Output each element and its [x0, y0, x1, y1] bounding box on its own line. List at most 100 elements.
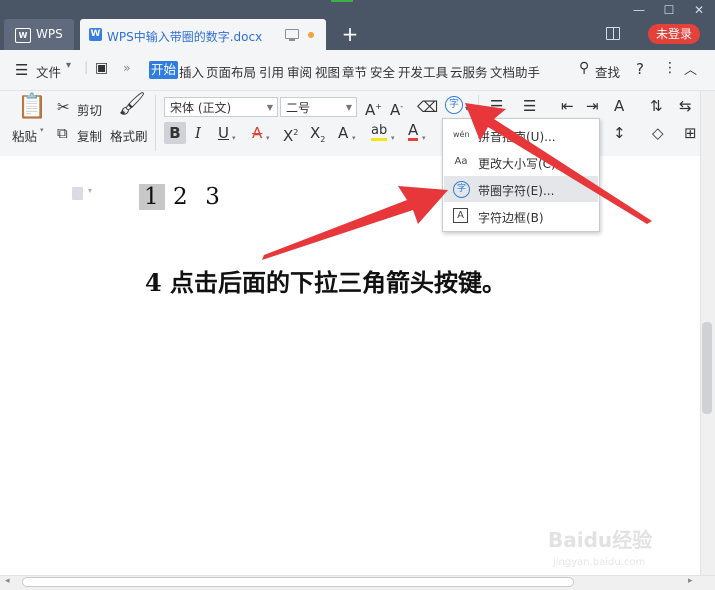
tab-references[interactable]: 引用 — [259, 62, 284, 81]
paste-button[interactable]: 粘贴 — [12, 126, 37, 145]
tab-page-layout[interactable]: 页面布局 — [206, 62, 256, 81]
enclose-char-dropdown: wén 拼音指南(U)... Aa 更改大小写(C)... 字 带圈字符(E).… — [442, 118, 600, 232]
copy-button[interactable]: 复制 — [77, 126, 102, 145]
copy-icon[interactable]: ⧉ — [57, 124, 68, 142]
scissors-icon[interactable]: ✂ — [57, 98, 70, 116]
enclose-char-icon[interactable]: 字 — [445, 96, 463, 114]
ribbon-divider — [155, 95, 156, 151]
font-color-icon[interactable]: A — [408, 123, 419, 141]
file-menu[interactable]: 文件 — [36, 62, 61, 81]
wps-logo-icon: W — [15, 28, 31, 43]
tab-chapter[interactable]: 章节 — [342, 62, 367, 81]
menu-item-change-case[interactable]: Aa 更改大小写(C)... — [444, 149, 598, 175]
find-button[interactable]: 查找 — [595, 62, 620, 81]
format-painter-icon[interactable]: 🖌 — [118, 94, 146, 116]
menu-item-char-border[interactable]: A 字符边框(B) — [444, 203, 598, 229]
font-name-select[interactable]: 宋体 (正文) ▼ — [164, 97, 278, 117]
font-name-value: 宋体 (正文) — [170, 101, 232, 115]
tab-view[interactable]: 视图 — [315, 62, 340, 81]
menu-item-label: 带圈字符(E)... — [478, 184, 555, 198]
grow-font-icon[interactable]: A+ — [365, 98, 382, 119]
instruction-text: 4 点击后面的下拉三角箭头按键。 — [145, 268, 507, 297]
more-vertical-icon[interactable]: ⋮ — [663, 60, 677, 76]
enclose-char-icon: 字 — [453, 181, 470, 198]
shading-icon[interactable]: ◇ — [652, 124, 664, 142]
close-icon[interactable]: ✕ — [692, 3, 706, 17]
menu-item-label: 字符边框(B) — [478, 211, 544, 225]
minimize-icon[interactable]: — — [632, 3, 646, 17]
increase-indent-icon[interactable]: ⇥ — [586, 97, 599, 115]
collapse-ribbon-icon[interactable]: ︿ — [684, 59, 697, 78]
paste-chevron-down-icon[interactable]: ▾ — [40, 126, 44, 134]
strikethrough-icon[interactable]: A — [252, 124, 262, 142]
scroll-right-icon[interactable]: ▸ — [688, 576, 693, 586]
font-size-select[interactable]: 二号 ▼ — [280, 97, 357, 117]
show-hide-marks-icon[interactable]: ⇆ — [679, 97, 692, 115]
hamburger-menu-icon[interactable]: ☰ — [15, 61, 28, 79]
menu-item-pinyin-guide[interactable]: wén 拼音指南(U)... — [444, 122, 598, 148]
help-button[interactable]: ? — [636, 60, 644, 78]
italic-icon[interactable]: I — [195, 124, 201, 142]
tab-security[interactable]: 安全 — [370, 62, 395, 81]
enclose-char-chevron-down-icon[interactable]: ▾ — [465, 100, 469, 118]
annotation-arrow-to-enclose-item — [262, 186, 448, 260]
borders-icon[interactable]: ⊞ — [684, 124, 697, 142]
format-painter-button[interactable]: 格式刷 — [110, 126, 148, 145]
numbered-list-icon[interactable]: ☰ — [523, 97, 536, 115]
strikethrough-chevron-down-icon: ▾ — [266, 134, 270, 142]
baidu-watermark-url: jingyan.baidu.com — [553, 557, 646, 568]
menu-bar: ☰ 文件 ▾ | ▣ » 开始 插入 页面布局 引用 审阅 视图 章节 安全 开… — [0, 50, 715, 91]
vertical-scrollbar-thumb[interactable] — [702, 322, 712, 414]
tab-insert[interactable]: 插入 — [179, 62, 204, 81]
more-arrows-icon[interactable]: » — [123, 60, 131, 75]
shrink-font-icon[interactable]: A- — [390, 98, 403, 119]
login-button[interactable]: 未登录 — [648, 24, 700, 44]
text-effect-icon[interactable]: A — [338, 124, 348, 142]
tab-cloud-service[interactable]: 云服务 — [450, 62, 488, 81]
paste-icon[interactable]: 📋 — [17, 94, 47, 118]
search-icon[interactable]: ⚲ — [579, 60, 589, 76]
char-border-icon: A — [453, 208, 468, 223]
tab-doc-assistant[interactable]: 文档助手 — [490, 62, 540, 81]
clear-format-icon[interactable]: ⌫ — [417, 98, 438, 116]
underline-icon[interactable]: U — [218, 124, 229, 142]
wps-home-tab[interactable]: W WPS — [4, 19, 74, 50]
save-icon[interactable]: ▣ — [95, 60, 108, 76]
tab-developer[interactable]: 开发工具 — [398, 62, 448, 81]
text-effect-chevron-down-icon: ▾ — [352, 134, 356, 142]
horizontal-scrollbar-thumb[interactable] — [22, 577, 574, 587]
tab-home[interactable]: 开始 — [149, 61, 179, 79]
document-tab-title: WPS中输入带圈的数字.docx — [107, 30, 263, 44]
superscript-icon[interactable]: X2 — [283, 124, 298, 145]
bullet-list-icon[interactable]: ☰ — [490, 97, 503, 115]
baidu-watermark: Baidu经验 — [548, 528, 653, 552]
scroll-left-icon[interactable]: ◂ — [5, 576, 10, 586]
cut-button[interactable]: 剪切 — [77, 100, 102, 119]
highlight-icon[interactable]: ab — [371, 124, 388, 141]
sort-icon[interactable]: ⇅ — [650, 97, 663, 115]
line-spacing-icon[interactable]: ↕ — [613, 124, 626, 142]
tab-review[interactable]: 审阅 — [287, 62, 312, 81]
document-body-text[interactable]: 1 2 3 — [139, 178, 221, 216]
font-size-value: 二号 — [286, 101, 311, 115]
underline-chevron-down-icon: ▾ — [232, 134, 236, 142]
font-name-chevron-down-icon: ▼ — [266, 103, 273, 112]
tab-manager-icon[interactable] — [606, 27, 620, 40]
wps-tab-label: WPS — [36, 27, 63, 41]
document-tab[interactable]: W WPS中输入带圈的数字.docx — [80, 19, 326, 50]
bold-icon[interactable]: B — [164, 122, 186, 144]
decrease-indent-icon[interactable]: ⇤ — [561, 97, 574, 115]
file-chevron-down-icon[interactable]: ▾ — [66, 60, 71, 71]
menu-item-enclose-char[interactable]: 字 带圈字符(E)... — [444, 176, 598, 202]
subscript-icon[interactable]: X2 — [310, 124, 325, 149]
monitor-icon[interactable] — [285, 29, 299, 41]
maximize-icon[interactable]: ☐ — [662, 3, 676, 17]
menu-item-label: 更改大小写(C)... — [478, 157, 568, 171]
paragraph-handle-icon[interactable] — [72, 186, 92, 200]
selected-digit[interactable]: 1 — [139, 184, 165, 210]
remaining-digits: 2 3 — [172, 184, 221, 210]
change-case-icon[interactable]: A — [614, 97, 624, 115]
new-tab-button[interactable]: + — [340, 22, 360, 46]
pinyin-guide-icon: wén — [453, 130, 470, 139]
menu-item-label: 拼音指南(U)... — [478, 130, 556, 144]
